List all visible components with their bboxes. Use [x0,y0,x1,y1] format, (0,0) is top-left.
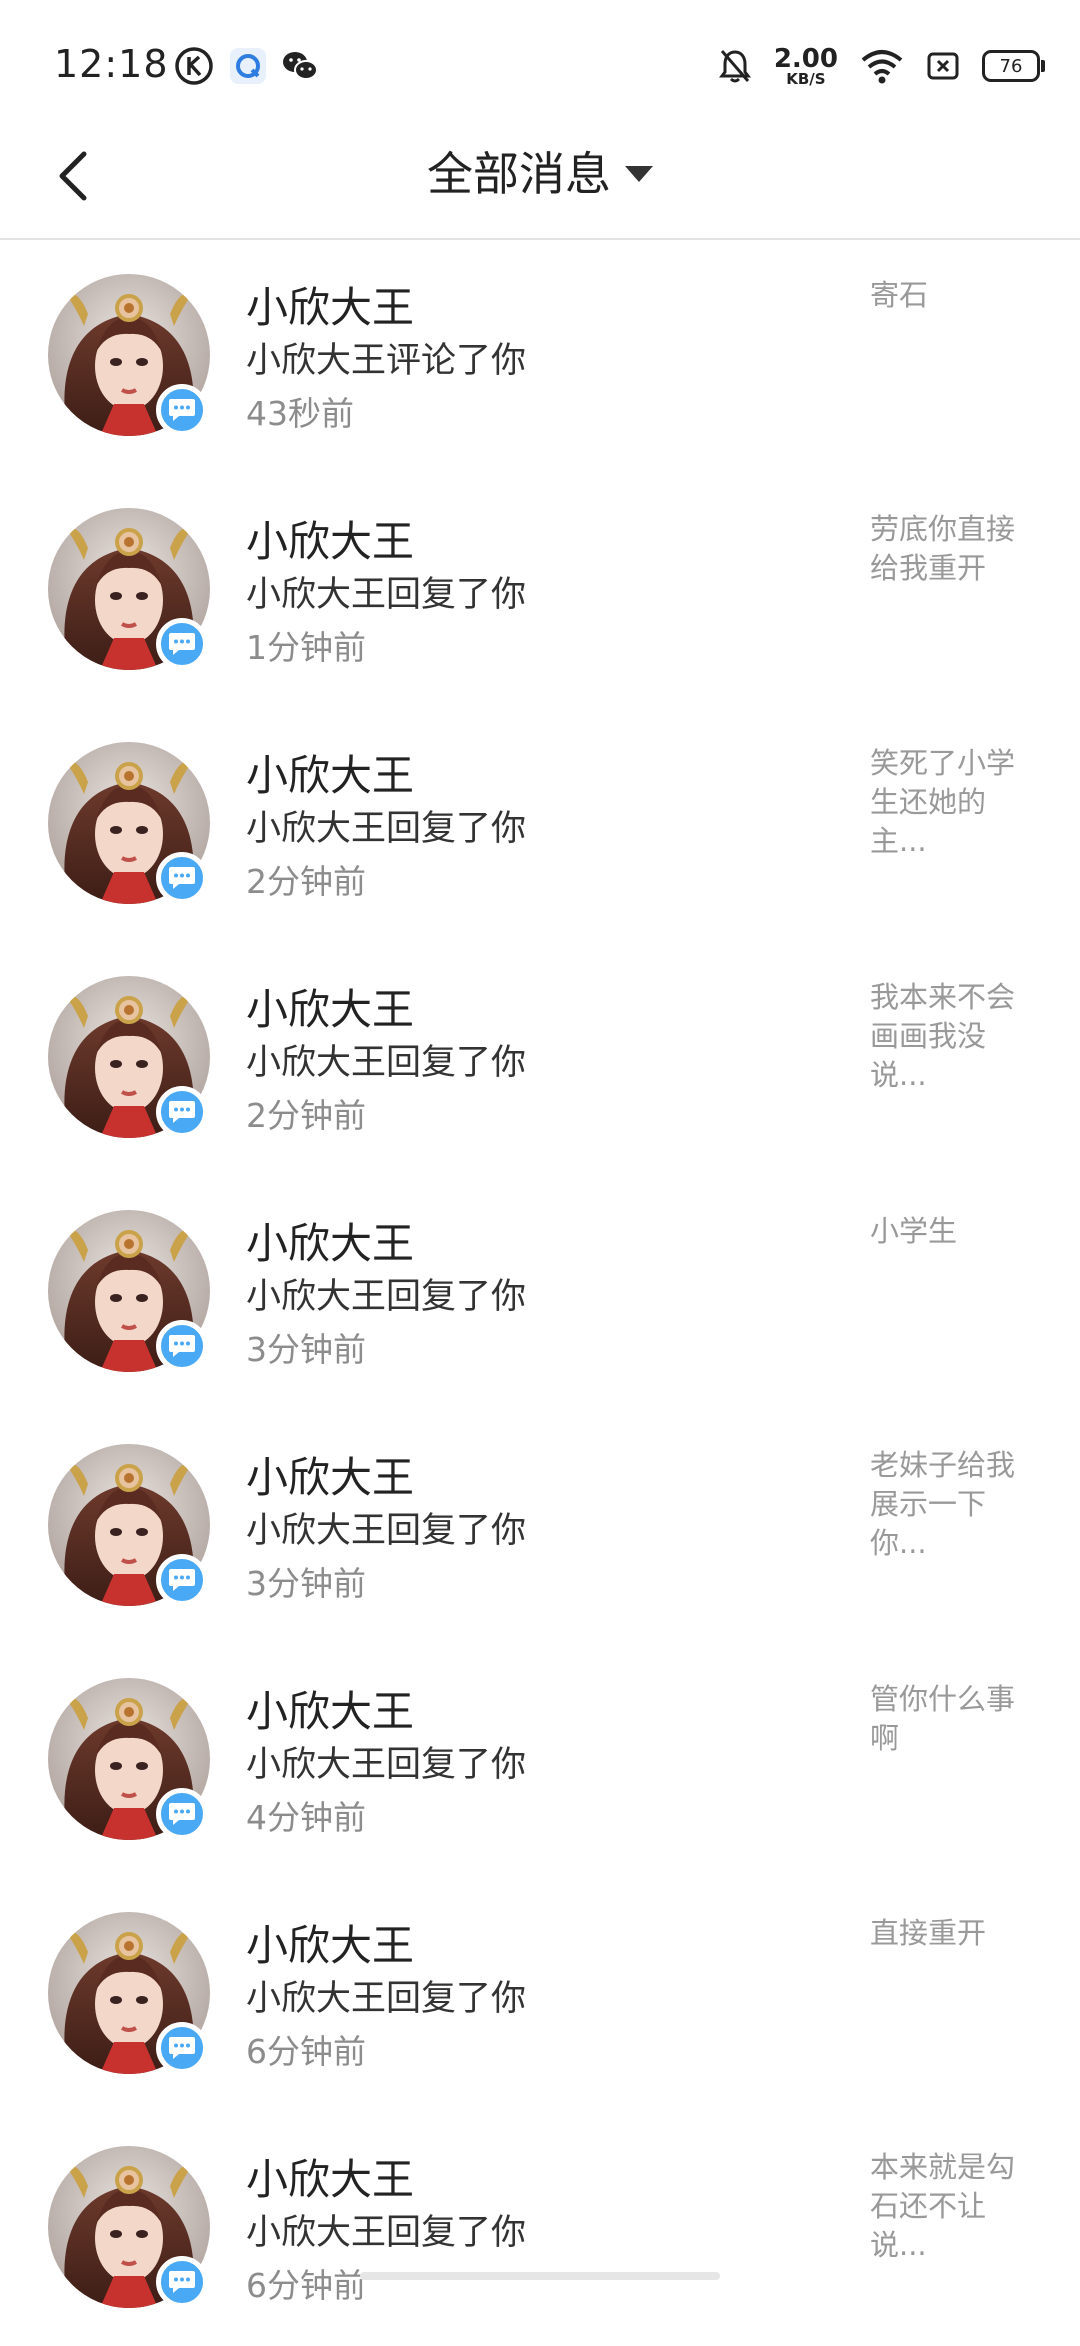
status-time: 12:18 [54,42,169,86]
message-action: 小欣大王回复了你 [246,1511,527,1551]
message-time: 3分钟前 [246,1564,366,1603]
message-snippet[interactable]: 直接重开 [870,1914,1040,1953]
comment-badge-icon [156,852,208,904]
network-speed-value: 2.00 [773,43,838,74]
message-item[interactable]: 小欣大王 小欣大王回复了你 1分钟前 劳底你直接给我重开 [0,474,1080,708]
comment-badge-icon [156,384,208,436]
message-time: 2分钟前 [246,862,366,901]
message-item[interactable]: 小欣大王 小欣大王回复了你 3分钟前 老妹子给我展示一下你... [0,1410,1080,1644]
message-snippet[interactable]: 劳底你直接给我重开 [870,510,1040,588]
message-action: 小欣大王回复了你 [246,809,527,849]
comment-badge-icon [156,1554,208,1606]
message-time: 1分钟前 [246,628,366,667]
browser-icon [230,48,266,84]
message-action: 小欣大王回复了你 [246,1979,527,2019]
status-right-group: 2.00 KB/S 76 [718,40,1045,92]
battery-icon: 76 [982,50,1045,82]
top-nav-bar: 全部消息 [0,130,1080,240]
message-item[interactable]: 小欣大王 小欣大王回复了你 2分钟前 我本来不会画画我没说... [0,942,1080,1176]
message-item[interactable]: 小欣大王 小欣大王评论了你 43秒前 寄石 [0,240,1080,474]
dropdown-caret-icon [625,166,653,182]
comment-badge-icon [156,1320,208,1372]
message-snippet[interactable]: 我本来不会画画我没说... [870,978,1040,1095]
sender-name[interactable]: 小欣大王 [246,1912,414,1973]
sender-name[interactable]: 小欣大王 [246,274,414,335]
wechat-icon [283,52,318,80]
sim-none-icon [927,52,959,80]
message-time: 3分钟前 [246,1330,366,1369]
comment-badge-icon [156,2256,208,2308]
message-action: 小欣大王评论了你 [246,341,527,381]
sender-name[interactable]: 小欣大王 [246,1444,414,1505]
message-filter-dropdown[interactable]: 全部消息 [0,138,1080,204]
message-action: 小欣大王回复了你 [246,2213,527,2253]
message-list: 小欣大王 小欣大王评论了你 43秒前 寄石 小欣大王 小欣大王回复了你 1分钟前… [0,240,1080,2346]
message-snippet[interactable]: 寄石 [870,276,1040,315]
comment-badge-icon [156,618,208,670]
sender-name[interactable]: 小欣大王 [246,2146,414,2207]
message-item[interactable]: 小欣大王 小欣大王回复了你 6分钟前 直接重开 [0,1878,1080,2112]
message-time: 6分钟前 [246,2032,366,2071]
message-item[interactable]: 小欣大王 小欣大王回复了你 2分钟前 笑死了小学生还她的主... [0,708,1080,942]
sender-name[interactable]: 小欣大王 [246,1210,414,1271]
sender-name[interactable]: 小欣大王 [246,508,414,569]
message-snippet[interactable]: 笑死了小学生还她的主... [870,744,1040,861]
comment-badge-icon [156,1788,208,1840]
message-item[interactable]: 小欣大王 小欣大王回复了你 4分钟前 管你什么事啊 [0,1644,1080,1878]
message-time: 2分钟前 [246,1096,366,1135]
bell-off-icon [718,50,751,83]
comment-badge-icon [156,1086,208,1138]
status-bar: 12:18 2.00 KB/S 76 [0,0,1080,130]
message-action: 小欣大王回复了你 [246,1745,527,1785]
network-speed-unit: KB/S [786,69,826,88]
message-snippet[interactable]: 管你什么事啊 [870,1680,1040,1758]
message-time: 43秒前 [246,394,354,433]
message-snippet[interactable]: 小学生 [870,1212,1040,1251]
message-item[interactable]: 小欣大王 小欣大王回复了你 3分钟前 小学生 [0,1176,1080,1410]
message-time: 6分钟前 [246,2266,366,2305]
message-snippet[interactable]: 本来就是勾石还不让说... [870,2148,1040,2265]
message-action: 小欣大王回复了你 [246,1277,527,1317]
sender-name[interactable]: 小欣大王 [246,1678,414,1739]
battery-level: 76 [999,55,1023,77]
message-snippet[interactable]: 老妹子给我展示一下你... [870,1446,1040,1563]
message-action: 小欣大王回复了你 [246,1043,527,1083]
message-action: 小欣大王回复了你 [246,575,527,615]
wifi-icon [861,50,903,84]
message-time: 4分钟前 [246,1798,366,1837]
message-item[interactable]: 小欣大王 小欣大王回复了你 6分钟前 本来就是勾石还不让说... [0,2112,1080,2346]
sender-name[interactable]: 小欣大王 [246,742,414,803]
network-speed: 2.00 KB/S [774,46,838,87]
sender-name[interactable]: 小欣大王 [246,976,414,1037]
k-app-icon [175,47,213,85]
home-indicator[interactable] [360,2272,720,2280]
comment-badge-icon [156,2022,208,2074]
page-title: 全部消息 [427,147,611,201]
